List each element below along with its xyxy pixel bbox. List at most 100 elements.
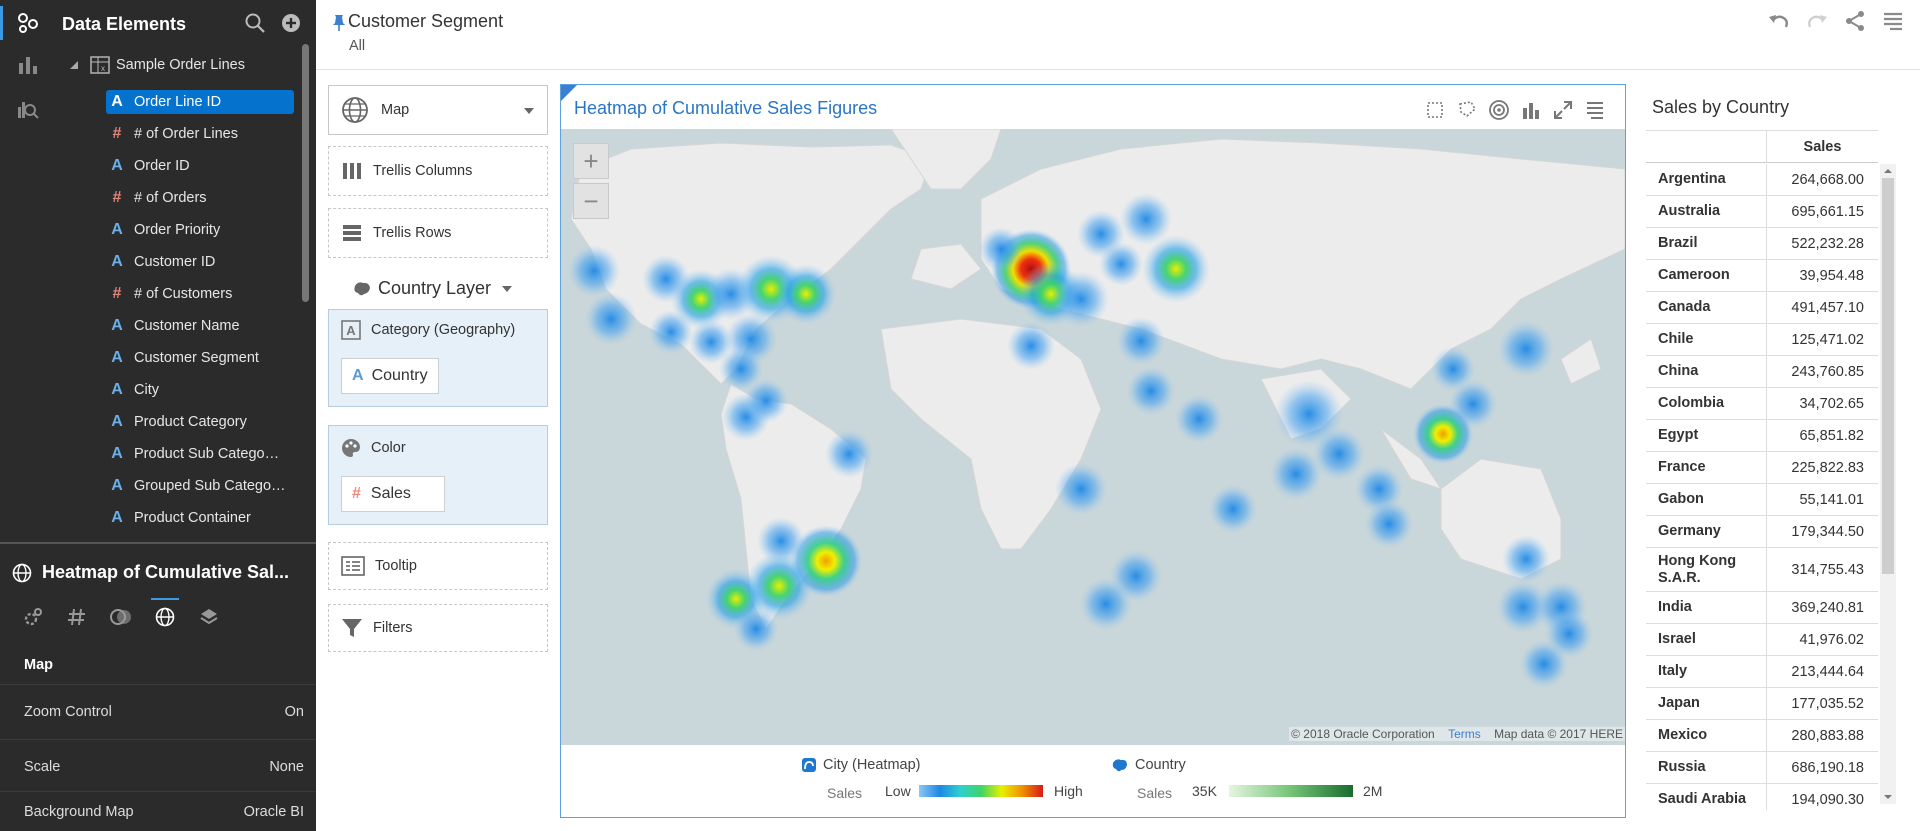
- data-element-item[interactable]: A Product Container: [106, 506, 294, 530]
- background-map-row[interactable]: Background Map Oracle BI: [0, 791, 316, 831]
- layer-selector[interactable]: Country Layer: [352, 278, 513, 299]
- tooltip-dropzone[interactable]: Tooltip: [328, 542, 548, 590]
- table-row[interactable]: Hong Kong S.A.R. 314,755.43: [1646, 548, 1878, 592]
- table-row[interactable]: Israel 41,976.02: [1646, 624, 1878, 656]
- table-row[interactable]: Cameroon 39,954.48: [1646, 260, 1878, 292]
- number-format-icon[interactable]: [66, 606, 88, 628]
- visualizations-icon[interactable]: [13, 50, 43, 80]
- viz-title[interactable]: Heatmap of Cumulative Sales Figures: [574, 98, 877, 119]
- data-elements-icon[interactable]: [13, 8, 43, 38]
- filter-value[interactable]: All: [349, 38, 365, 54]
- scroll-down-icon[interactable]: [1880, 792, 1896, 802]
- table-scrollbar[interactable]: [1880, 164, 1896, 804]
- header-country[interactable]: [1646, 131, 1766, 163]
- filter-label[interactable]: Customer Segment: [348, 11, 503, 32]
- zoom-control-row[interactable]: Zoom Control On: [0, 684, 316, 738]
- zoom-control-value[interactable]: On: [285, 704, 304, 720]
- table-row[interactable]: Chile 125,471.02: [1646, 324, 1878, 356]
- table-row[interactable]: France 225,822.83: [1646, 452, 1878, 484]
- table-title[interactable]: Sales by Country: [1652, 97, 1789, 118]
- table-row[interactable]: Mexico 280,883.88: [1646, 720, 1878, 752]
- country-chip[interactable]: A Country: [341, 358, 439, 394]
- redo-icon[interactable]: [1804, 8, 1830, 34]
- table-row[interactable]: Saudi Arabia 194,090.30: [1646, 784, 1878, 810]
- scale-value[interactable]: None: [269, 759, 304, 775]
- table-row[interactable]: Russia 686,190.18: [1646, 752, 1878, 784]
- attribute-icon: A: [111, 477, 123, 494]
- data-element-item[interactable]: A Order Line ID: [106, 90, 294, 114]
- data-element-label: # of Order Lines: [134, 126, 238, 142]
- search-icon[interactable]: [244, 12, 266, 39]
- data-element-item[interactable]: A Order Priority: [106, 218, 294, 242]
- menu-icon[interactable]: [1880, 8, 1906, 34]
- analytics-tab-icon[interactable]: [110, 606, 132, 628]
- sales-cell: 177,035.52: [1766, 688, 1878, 719]
- data-element-item[interactable]: # # of Order Lines: [106, 122, 294, 146]
- share-icon[interactable]: [1842, 8, 1868, 34]
- background-map-value[interactable]: Oracle BI: [244, 804, 304, 820]
- chevron-down-icon[interactable]: [523, 107, 535, 115]
- trellis-columns-dropzone[interactable]: Trellis Columns: [328, 146, 548, 196]
- panel-divider[interactable]: [0, 542, 316, 544]
- data-element-item[interactable]: A Customer Name: [106, 314, 294, 338]
- data-element-item[interactable]: # # of Customers: [106, 282, 294, 306]
- lasso-select-icon[interactable]: [1455, 98, 1479, 122]
- change-viz-type-icon[interactable]: [1519, 98, 1543, 122]
- marquee-select-icon[interactable]: [1423, 98, 1447, 122]
- table-row[interactable]: Argentina 264,668.00: [1646, 164, 1878, 196]
- collapse-triangle-icon[interactable]: [68, 59, 80, 71]
- data-element-item[interactable]: A City: [106, 378, 294, 402]
- general-settings-icon[interactable]: [22, 606, 44, 628]
- data-element-item[interactable]: A Order ID: [106, 154, 294, 178]
- table-scroll-thumb[interactable]: [1882, 178, 1894, 574]
- data-element-item[interactable]: A Product Sub Catego…: [106, 442, 294, 466]
- sales-chip[interactable]: # Sales: [341, 476, 445, 512]
- data-element-item[interactable]: # # of Orders: [106, 186, 294, 210]
- zoom-out-button[interactable]: −: [573, 183, 609, 219]
- tree-root[interactable]: x Sample Order Lines: [68, 53, 245, 77]
- category-geography-dropzone[interactable]: A Category (Geography) A Country: [328, 309, 548, 407]
- add-icon[interactable]: [280, 12, 302, 39]
- table-row[interactable]: Japan 177,035.52: [1646, 688, 1878, 720]
- data-element-item[interactable]: A Grouped Sub Catego…: [106, 474, 294, 498]
- map-tab-icon[interactable]: [151, 598, 179, 628]
- country-cell: China: [1658, 363, 1699, 379]
- scroll-up-icon[interactable]: [1880, 166, 1896, 176]
- data-element-item[interactable]: A Customer Segment: [106, 346, 294, 370]
- data-element-item[interactable]: AProduct Name: [106, 538, 294, 540]
- table-row[interactable]: China 243,760.85: [1646, 356, 1878, 388]
- analytics-icon[interactable]: [13, 94, 43, 124]
- terms-link[interactable]: Terms: [1448, 727, 1481, 741]
- header-sales[interactable]: Sales: [1766, 131, 1878, 163]
- tree-scrollbar[interactable]: [302, 44, 309, 302]
- color-dropzone[interactable]: Color # Sales: [328, 425, 548, 525]
- world-map[interactable]: [561, 129, 1625, 745]
- radius-select-icon[interactable]: [1487, 98, 1511, 122]
- maximize-icon[interactable]: [1551, 98, 1575, 122]
- zoom-in-button[interactable]: +: [573, 143, 609, 179]
- table-row[interactable]: Colombia 34,702.65: [1646, 388, 1878, 420]
- table-row[interactable]: Egypt 65,851.82: [1646, 420, 1878, 452]
- data-element-item[interactable]: A Customer ID: [106, 250, 294, 274]
- undo-icon[interactable]: [1766, 8, 1792, 34]
- table-row[interactable]: Germany 179,344.50: [1646, 516, 1878, 548]
- map-canvas[interactable]: + − © 2018 Oracle Corporation Terms Map …: [561, 129, 1625, 745]
- layers-icon[interactable]: [198, 606, 220, 628]
- table-row[interactable]: India 369,240.81: [1646, 592, 1878, 624]
- table-row[interactable]: Brazil 522,232.28: [1646, 228, 1878, 260]
- data-element-item[interactable]: A Product Category: [106, 410, 294, 434]
- filters-dropzone[interactable]: Filters: [328, 604, 548, 652]
- trellis-rows-dropzone[interactable]: Trellis Rows: [328, 208, 548, 258]
- table-row[interactable]: Gabon 55,141.01: [1646, 484, 1878, 516]
- heatmap-visualization[interactable]: Heatmap of Cumulative Sales Figures + − …: [560, 84, 1626, 818]
- viz-type-select[interactable]: Map: [328, 85, 548, 135]
- chevron-down-icon[interactable]: [501, 285, 513, 293]
- scale-row[interactable]: Scale None: [0, 739, 316, 793]
- layer-title-label: Country Layer: [378, 278, 492, 298]
- viz-menu-icon[interactable]: [1583, 98, 1607, 122]
- pin-icon[interactable]: [332, 14, 346, 37]
- table-row[interactable]: Canada 491,457.10: [1646, 292, 1878, 324]
- sales-by-country-table[interactable]: Sales by Country Sales Argentina 264,668.…: [1640, 84, 1904, 818]
- table-row[interactable]: Italy 213,444.64: [1646, 656, 1878, 688]
- table-row[interactable]: Australia 695,661.15: [1646, 196, 1878, 228]
